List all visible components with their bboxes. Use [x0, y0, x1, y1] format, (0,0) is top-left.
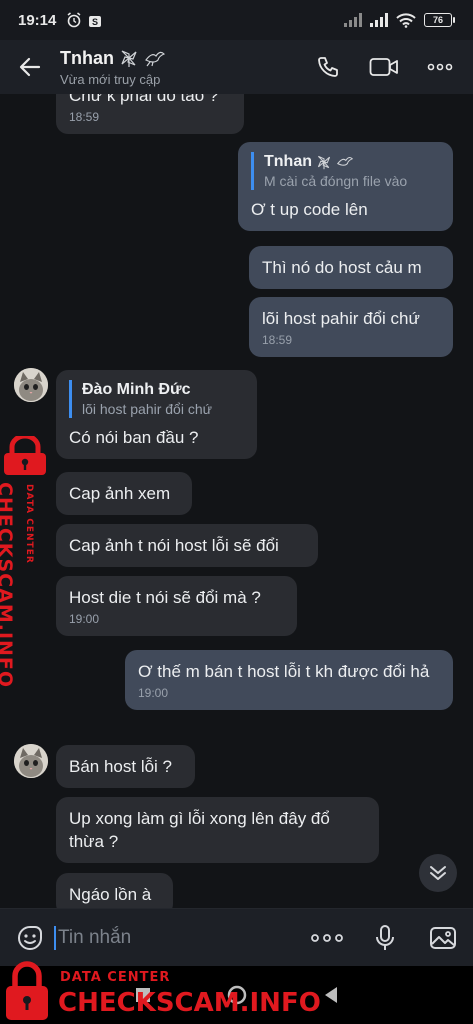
message-text: lõi host pahir đổi chứ	[262, 309, 420, 328]
emoji-icon	[18, 925, 42, 950]
watermark-side: CHECKSCAM.INFO DATA CENTER	[0, 436, 52, 688]
more-horizontal-icon	[311, 933, 343, 942]
message-text: Ngáo lồn à	[69, 885, 152, 904]
watermark-top: DATA CENTER	[60, 970, 171, 985]
message-time: 19:00	[69, 612, 100, 626]
signal-icon-2	[370, 13, 388, 27]
image-icon	[430, 926, 456, 949]
message-bubble-outgoing[interactable]: Thì nó do host cảu m	[249, 246, 453, 289]
message-bubble-incoming[interactable]: Cap ảnh t nói host lỗi sẽ đổi	[56, 524, 318, 567]
message-bubble-outgoing[interactable]: lõi host pahir đổi chứ 18:59	[249, 297, 453, 357]
message-text: Thì nó do host cảu m	[262, 258, 422, 277]
watermark-brand: CHECKSCAM.INFO	[0, 482, 16, 689]
more-options-button[interactable]	[423, 50, 457, 84]
video-call-button[interactable]	[367, 50, 401, 84]
message-time: 18:59	[262, 333, 293, 347]
message-text: Cap ảnh xem	[69, 484, 171, 503]
message-bubble-outgoing[interactable]: Ơ thế m bán t host lỗi t kh được đổi hả …	[125, 650, 453, 710]
message-bubble-incoming[interactable]: Host die t nói sẽ đổi mà ? 19:00	[56, 576, 297, 636]
watermark-top: DATA CENTER	[24, 484, 34, 564]
message-time: 18:59	[69, 110, 100, 124]
message-bubble-incoming[interactable]: Cap ảnh xem	[56, 472, 192, 515]
watermark-brand: CHECKSCAM.INFO	[58, 988, 321, 1018]
watermark-bottom: DATA CENTER CHECKSCAM.INFO	[0, 960, 321, 1022]
message-text: Có nói ban đầu ?	[69, 428, 199, 447]
padlock-icon	[4, 436, 46, 475]
triangle-back-icon	[324, 987, 337, 1003]
quote-author: Đào Minh Đức	[82, 381, 191, 398]
message-text: Ơ thế m bán t host lỗi t kh được đổi hả	[138, 662, 430, 681]
voice-record-button[interactable]	[369, 922, 401, 954]
message-bubble-incoming[interactable]: Up xong làm gì lỗi xong lên đây đổ thừa …	[56, 797, 379, 863]
swallow-emoji-icon	[145, 51, 166, 67]
microphone-icon	[376, 924, 394, 950]
message-input[interactable]: Tin nhắn	[54, 918, 311, 958]
more-attach-button[interactable]	[311, 922, 343, 954]
back-nav-button[interactable]	[319, 983, 343, 1007]
message-bubble-incoming[interactable]: Đào Minh Đức lõi host pahir đổi chứ Có n…	[56, 370, 257, 459]
phone-icon	[318, 57, 338, 77]
message-composer: Tin nhắn	[0, 908, 473, 966]
message-bubble-outgoing[interactable]: Tnhan M cài cả đóngn file vào Ơ t up cod…	[238, 142, 453, 231]
more-horizontal-icon	[427, 63, 453, 71]
contact-name: Tnhan	[60, 47, 114, 68]
contact-info[interactable]: Tnhan Vừa mới truy cập	[60, 48, 311, 87]
message-text: Host die t nói sẽ đổi mà ?	[69, 588, 261, 607]
cat-avatar-icon	[14, 744, 48, 778]
status-time: 19:14	[18, 11, 57, 29]
message-list[interactable]: Chứ k phải do tao ? 18:59 Tnhan M cài cả…	[0, 94, 473, 908]
voice-call-button[interactable]	[311, 50, 345, 84]
avatar[interactable]	[14, 368, 48, 402]
quote-text: lõi host pahir đổi chứ	[82, 401, 212, 417]
message-text: Chứ k phải do tao ?	[69, 94, 219, 105]
back-button[interactable]	[0, 40, 60, 94]
chat-header: Tnhan Vừa mới truy cập	[0, 40, 473, 94]
reply-quote[interactable]: Đào Minh Đức lõi host pahir đổi chứ	[69, 380, 244, 418]
double-chevron-down-icon	[430, 866, 446, 880]
quote-author: Tnhan	[264, 153, 312, 170]
battery-icon: 76	[424, 13, 455, 27]
message-bubble-incoming[interactable]: Bán host lỗi ?	[56, 745, 195, 788]
message-bubble-incoming[interactable]: Chứ k phải do tao ? 18:59	[56, 94, 244, 134]
wifi-icon	[396, 12, 416, 28]
swallow-emoji-icon	[337, 157, 354, 166]
message-text: Up xong làm gì lỗi xong lên đây đổ thừa …	[69, 809, 330, 851]
message-text: Ơ t up code lên	[251, 200, 368, 219]
reply-quote[interactable]: Tnhan M cài cả đóngn file vào	[251, 152, 440, 190]
message-text: Cap ảnh t nói host lỗi sẽ đổi	[69, 536, 279, 555]
shopping-bag-icon: S	[89, 15, 102, 27]
padlock-icon	[6, 961, 48, 1020]
quote-text: M cài cả đóngn file vào	[264, 173, 408, 189]
status-bar: 19:14 S 76	[0, 0, 473, 40]
cat-avatar-icon	[14, 368, 48, 402]
signal-icon-1	[344, 13, 362, 27]
message-bubble-incoming[interactable]: Ngáo lồn à	[56, 873, 173, 908]
avatar[interactable]	[14, 744, 48, 778]
video-camera-icon	[369, 58, 398, 76]
alarm-icon	[67, 12, 81, 28]
contact-presence: Vừa mới truy cập	[60, 71, 161, 87]
message-input-placeholder: Tin nhắn	[58, 926, 132, 948]
message-text: Bán host lỗi ?	[69, 757, 173, 776]
arrow-left-icon	[19, 57, 41, 77]
gallery-button[interactable]	[427, 922, 459, 954]
pinwheel-emoji-icon	[317, 155, 331, 170]
scroll-to-bottom-button[interactable]	[419, 854, 457, 892]
emoji-button[interactable]	[14, 922, 46, 954]
message-time: 19:00	[138, 686, 169, 700]
svg-text:S: S	[92, 17, 98, 27]
pinwheel-emoji-icon	[121, 50, 137, 67]
